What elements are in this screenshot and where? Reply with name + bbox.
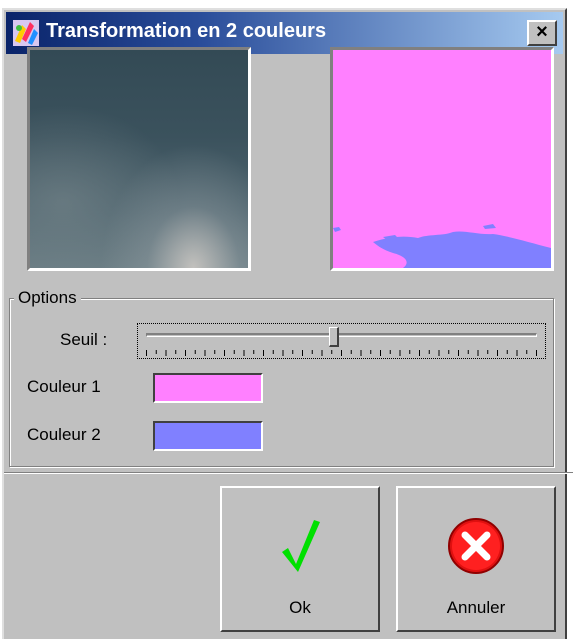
ok-button[interactable]: Ok <box>220 486 380 632</box>
cancel-button[interactable]: Annuler <box>396 486 556 632</box>
slider-thumb[interactable] <box>328 327 339 347</box>
paint-palette-icon <box>12 19 40 47</box>
window-title: Transformation en 2 couleurs <box>46 20 327 42</box>
red-x-circle-icon <box>446 516 506 581</box>
options-group-label: Options <box>14 288 81 308</box>
close-button[interactable]: × <box>527 20 557 46</box>
cancel-button-label: Annuler <box>446 598 506 617</box>
color1-label: Couleur 1 <box>27 377 101 396</box>
ok-button-label: Ok <box>289 598 311 617</box>
color2-swatch[interactable] <box>153 421 263 451</box>
threshold-slider[interactable] <box>137 323 546 359</box>
slider-ticks <box>146 350 537 356</box>
result-image-preview <box>330 47 554 271</box>
close-icon: × <box>536 21 548 43</box>
color2-label: Couleur 2 <box>27 425 101 444</box>
threshold-label: Seuil : <box>60 330 108 349</box>
original-image-preview <box>27 47 251 271</box>
green-checkmark-icon <box>278 516 322 581</box>
color1-swatch[interactable] <box>153 373 263 403</box>
slider-track <box>146 333 537 337</box>
divider <box>4 472 573 474</box>
